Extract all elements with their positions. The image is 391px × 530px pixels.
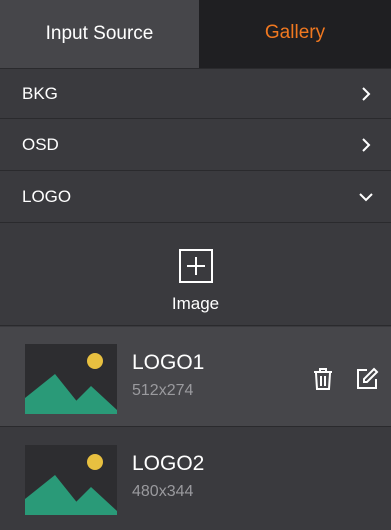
edit-icon[interactable] — [355, 367, 379, 391]
tab-gallery[interactable]: Gallery — [199, 0, 391, 68]
image-thumbnail-icon — [25, 445, 117, 515]
logo-name: LOGO1 — [132, 351, 205, 374]
image-thumbnail-icon — [25, 344, 117, 414]
chevron-down-icon — [359, 190, 373, 204]
logo-list-item[interactable]: LOGO1 512x274 — [0, 327, 391, 427]
logo-list-item[interactable]: LOGO2 480x344 — [0, 428, 391, 530]
menu-item-label: LOGO — [22, 187, 72, 206]
tab-input-source[interactable]: Input Source — [0, 0, 199, 68]
menu-item-bkg[interactable]: BKG — [0, 68, 391, 119]
tab-bar: Input Source Gallery — [0, 0, 391, 68]
add-image-label: Image — [171, 294, 220, 313]
menu-item-label: OSD — [22, 135, 59, 154]
add-image-button[interactable]: Image — [0, 224, 391, 326]
logo-size: 512x274 — [132, 382, 194, 399]
logo-size: 480x344 — [132, 483, 194, 500]
chevron-right-icon — [359, 138, 373, 152]
trash-icon[interactable] — [311, 367, 335, 391]
chevron-right-icon — [359, 86, 373, 101]
plus-box-icon — [178, 249, 213, 288]
menu-item-logo[interactable]: LOGO — [0, 172, 391, 223]
menu-item-label: BKG — [22, 83, 58, 103]
menu-item-osd[interactable]: OSD — [0, 120, 391, 171]
logo-name: LOGO2 — [132, 452, 205, 475]
